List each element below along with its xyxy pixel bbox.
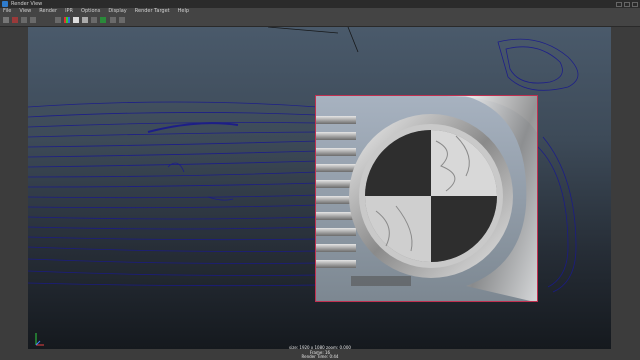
menu-render[interactable]: Render	[39, 8, 57, 15]
toolbar: camera1	[0, 15, 640, 36]
luminance-icon[interactable]	[82, 17, 88, 23]
menu-display[interactable]: Display	[108, 8, 126, 15]
window-title: Render View	[11, 1, 43, 7]
camera-icon[interactable]	[119, 17, 125, 23]
render-status: size: 1920 x 1080 zoom: 0.000 Frame: 16 …	[0, 346, 640, 360]
close-button[interactable]	[632, 1, 638, 7]
menu-ipr[interactable]: IPR	[65, 8, 73, 15]
rendered-image	[316, 96, 537, 301]
ipr-icon[interactable]	[12, 17, 18, 23]
remove-image-icon[interactable]	[100, 17, 106, 23]
axis-gizmo-icon	[35, 333, 44, 346]
menu-render-target[interactable]: Render Target	[135, 8, 170, 15]
render-viewport[interactable]	[28, 27, 611, 349]
menu-file[interactable]: File	[3, 8, 11, 15]
menu-view[interactable]: View	[19, 8, 31, 15]
title-bar: Render View	[0, 0, 640, 8]
menu-help[interactable]: Help	[178, 8, 189, 15]
render-time: Render Time: 0:44	[301, 354, 339, 359]
maximize-button[interactable]	[624, 1, 630, 7]
rgb-icon[interactable]	[64, 17, 70, 23]
display-icon[interactable]	[110, 17, 116, 23]
keep-image-icon[interactable]	[91, 17, 97, 23]
fit-icon[interactable]	[55, 17, 61, 23]
app-icon	[2, 1, 8, 7]
region-icon[interactable]	[30, 17, 36, 23]
window-controls	[616, 0, 638, 8]
rendered-region	[315, 95, 538, 302]
snapshot-icon[interactable]	[21, 17, 27, 23]
menu-bar: File View Render IPR Options Display Ren…	[0, 8, 640, 15]
minimize-button[interactable]	[616, 1, 622, 7]
alpha-icon[interactable]	[73, 17, 79, 23]
menu-options[interactable]: Options	[81, 8, 100, 15]
render-icon[interactable]	[3, 17, 9, 23]
